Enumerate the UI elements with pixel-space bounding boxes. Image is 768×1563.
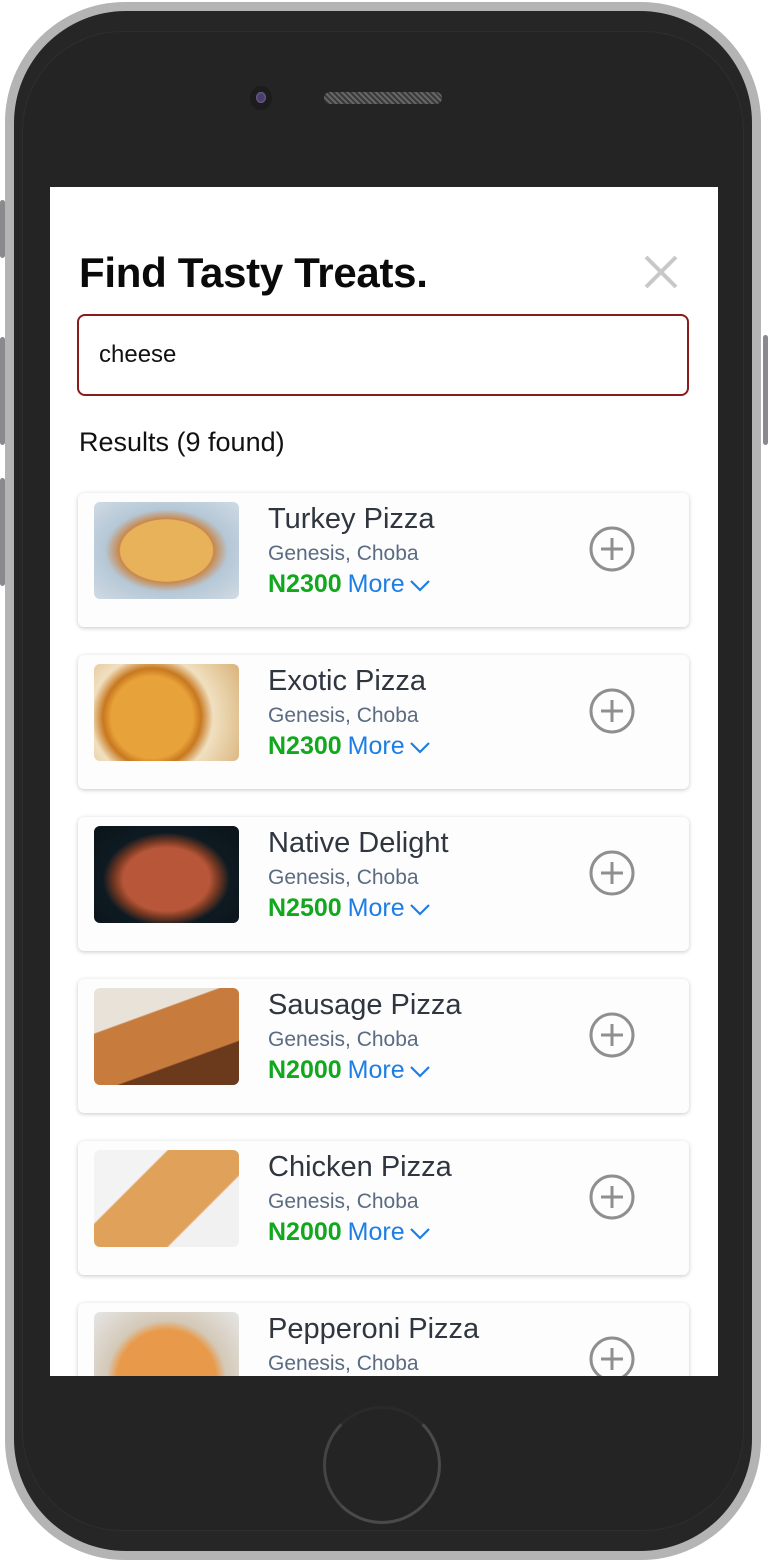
more-label: More [347,1218,405,1246]
speaker-grille [324,92,442,104]
side-button-mute [0,200,5,258]
close-button[interactable] [638,249,684,295]
result-card[interactable]: Native Delight Genesis, Choba N2500 More [78,817,689,951]
more-label: More [347,894,405,922]
result-card[interactable]: Chicken Pizza Genesis, Choba N2000 More [78,1141,689,1275]
side-button-volume-down [0,478,5,586]
item-price: N2000 [268,1218,342,1246]
camera-icon [250,86,272,110]
result-card[interactable]: Pepperoni Pizza Genesis, Choba [78,1303,689,1376]
search-input[interactable] [77,314,689,396]
page-title: Find Tasty Treats. [79,249,428,296]
item-location: Genesis, Choba [268,704,419,727]
home-button[interactable] [323,1406,441,1524]
sausage-pizza-image [94,988,239,1085]
side-button-power [763,335,768,445]
result-card[interactable]: Exotic Pizza Genesis, Choba N2300 More [78,655,689,789]
plus-circle-icon [589,1012,635,1058]
add-to-cart-button[interactable] [588,1335,636,1376]
add-to-cart-button[interactable] [588,849,636,897]
item-location: Genesis, Choba [268,1028,419,1051]
more-label: More [347,1056,405,1084]
item-price: N2000 [268,1056,342,1084]
plus-circle-icon [589,526,635,572]
chevron-down-icon [409,1228,430,1240]
result-card[interactable]: Turkey Pizza Genesis, Choba N2300 More [78,493,689,627]
price-row: N2000 More [268,1218,431,1247]
pepperoni-pizza-image [94,1312,239,1376]
chevron-down-icon [409,742,430,754]
more-label: More [347,570,405,598]
more-link[interactable]: More [348,894,431,922]
results-count: Results (9 found) [79,427,285,457]
plus-circle-icon [589,1336,635,1376]
price-row: N2500 More [268,894,431,923]
item-name: Turkey Pizza [268,503,435,535]
plus-circle-icon [589,850,635,896]
item-location: Genesis, Choba [268,1190,419,1213]
chicken-pizza-image [94,1150,239,1247]
item-location: Genesis, Choba [268,1352,419,1375]
turkey-pizza-image [94,502,239,599]
native-delight-image [94,826,239,923]
close-icon [644,255,678,289]
plus-circle-icon [589,688,635,734]
more-link[interactable]: More [348,1218,431,1246]
item-location: Genesis, Choba [268,542,419,565]
item-price: N2500 [268,894,342,922]
item-price: N2300 [268,732,342,760]
add-to-cart-button[interactable] [588,1173,636,1221]
price-row: N2000 More [268,1056,431,1085]
plus-circle-icon [589,1174,635,1220]
item-name: Native Delight [268,827,449,859]
chevron-down-icon [409,904,430,916]
chevron-down-icon [409,580,430,592]
chevron-down-icon [409,1066,430,1078]
exotic-pizza-image [94,664,239,761]
item-name: Pepperoni Pizza [268,1313,480,1345]
add-to-cart-button[interactable] [588,1011,636,1059]
more-link[interactable]: More [348,570,431,598]
add-to-cart-button[interactable] [588,525,636,573]
result-card[interactable]: Sausage Pizza Genesis, Choba N2000 More [78,979,689,1113]
item-name: Sausage Pizza [268,989,462,1021]
more-link[interactable]: More [348,1056,431,1084]
item-name: Chicken Pizza [268,1151,452,1183]
price-row: N2300 More [268,732,431,761]
item-name: Exotic Pizza [268,665,426,697]
price-row: N2300 More [268,570,431,599]
more-link[interactable]: More [348,732,431,760]
item-location: Genesis, Choba [268,866,419,889]
add-to-cart-button[interactable] [588,687,636,735]
more-label: More [347,732,405,760]
screen: Find Tasty Treats. Results (9 found) Tur… [50,187,718,1376]
item-price: N2300 [268,570,342,598]
side-button-volume-up [0,337,5,445]
